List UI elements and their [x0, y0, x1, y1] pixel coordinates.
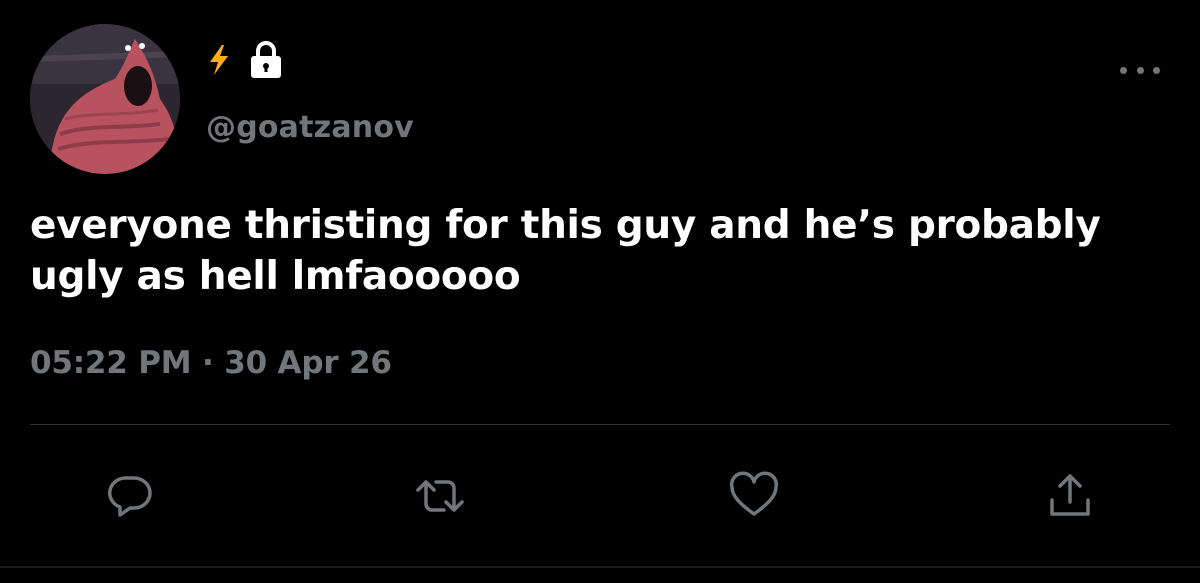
heart-icon — [729, 471, 779, 516]
reply-icon — [107, 476, 152, 517]
tweet-time[interactable]: 05:22 PM — [30, 345, 192, 381]
tweet-date[interactable]: 30 Apr 26 — [224, 345, 392, 381]
retweet-button[interactable] — [410, 466, 470, 526]
tweet-text: everyone thristing for this guy and he’s… — [30, 203, 1101, 299]
lightning-icon — [205, 43, 233, 81]
avatar[interactable] — [30, 24, 180, 174]
divider — [30, 424, 1170, 425]
meta-separator: · — [202, 345, 214, 381]
tweet-meta: 05:22 PM · 30 Apr 26 — [30, 345, 392, 381]
share-icon — [1050, 474, 1090, 516]
user-handle[interactable]: @goatzanov — [206, 110, 414, 145]
more-dot — [1120, 66, 1127, 74]
name-row — [205, 40, 285, 84]
reply-button[interactable] — [100, 466, 160, 526]
more-dot — [1136, 66, 1144, 74]
more-dot — [1153, 66, 1160, 74]
like-button[interactable] — [724, 466, 784, 526]
more-icon[interactable] — [1120, 60, 1160, 80]
lock-icon — [247, 40, 285, 84]
retweet-icon — [416, 480, 464, 512]
bottom-divider — [0, 566, 1200, 568]
share-button[interactable] — [1040, 466, 1100, 526]
